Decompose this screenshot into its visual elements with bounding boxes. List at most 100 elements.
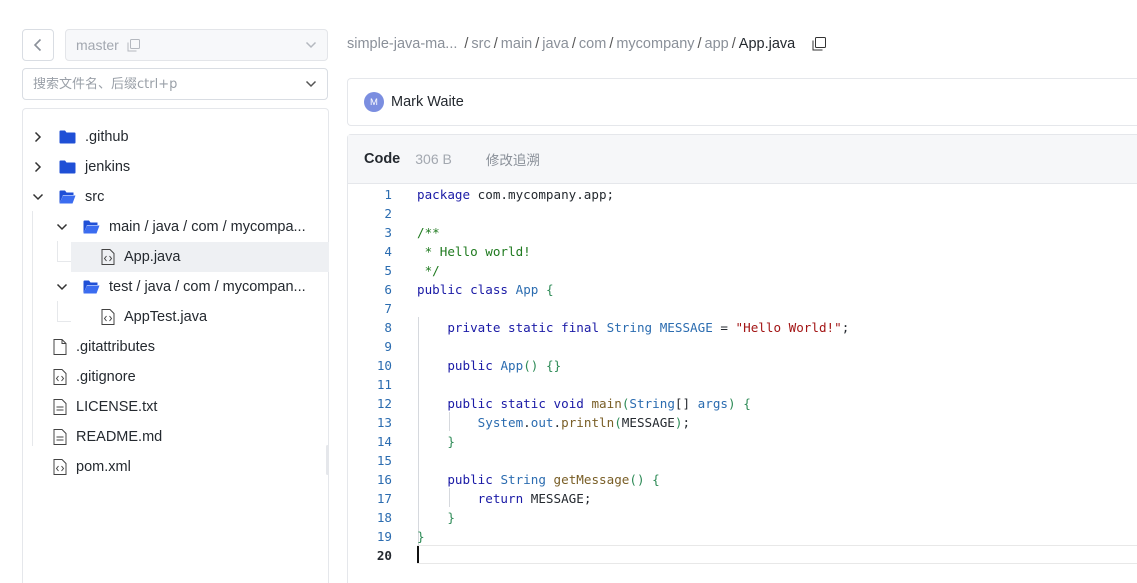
breadcrumb-repo[interactable]: simple-java-ma... (347, 36, 457, 52)
line-number[interactable]: 11 (348, 375, 392, 394)
tree-item-label: test / java / com / mycompan... (109, 279, 306, 295)
copy-branch-icon[interactable] (127, 38, 140, 52)
breadcrumb: simple-java-ma... / src / main / java / … (347, 36, 827, 52)
breadcrumb-separator: / (571, 36, 576, 52)
tree-item-app-java[interactable]: App.java (71, 242, 329, 272)
tab-code[interactable]: Code (364, 151, 400, 167)
line-number[interactable]: 4 (348, 242, 392, 261)
chevron-right-icon[interactable] (31, 131, 45, 143)
code-line: 7 (348, 299, 1137, 318)
chevron-down-icon[interactable] (31, 193, 45, 201)
code-line-text: public App() {} (447, 358, 562, 373)
chevron-down-icon[interactable] (55, 283, 69, 291)
line-number[interactable]: 2 (348, 204, 392, 223)
tree-item-label: AppTest.java (124, 309, 208, 325)
chevron-down-icon (305, 41, 317, 49)
code-line-text: public class App { (417, 282, 554, 297)
copy-path-icon[interactable] (812, 37, 827, 51)
line-number[interactable]: 1 (348, 185, 392, 204)
panel-resize-handle[interactable] (326, 445, 329, 475)
line-number[interactable]: 12 (348, 394, 392, 413)
chevron-right-icon[interactable] (31, 161, 45, 173)
tree-item-gitignore[interactable]: .gitignore (53, 362, 136, 392)
line-number[interactable]: 17 (348, 489, 392, 508)
code-line-text: */ (417, 263, 440, 278)
line-number[interactable]: 19 (348, 527, 392, 546)
line-number[interactable]: 6 (348, 280, 392, 299)
code-file-icon (101, 249, 115, 265)
file-search[interactable] (22, 68, 328, 100)
code-line: 11 (348, 375, 1137, 394)
code-line: 20 (348, 546, 1137, 565)
file-size: 306 B (415, 151, 452, 167)
line-number[interactable]: 8 (348, 318, 392, 337)
folder-icon (59, 130, 76, 144)
code-line: 4 * Hello world! (348, 242, 1137, 261)
tree-guide (57, 261, 71, 262)
line-number[interactable]: 7 (348, 299, 392, 318)
code-file-icon (53, 369, 67, 385)
breadcrumb-item[interactable]: java (542, 36, 569, 52)
code-line-text: public String getMessage() { (447, 472, 660, 487)
breadcrumb-item[interactable]: app (705, 36, 729, 52)
tree-item-readme[interactable]: README.md (53, 422, 162, 452)
text-file-icon (53, 429, 67, 445)
code-line: 8 private static final String MESSAGE = … (348, 318, 1137, 337)
breadcrumb-separator: / (731, 36, 736, 52)
author-name[interactable]: Mark Waite (391, 94, 464, 110)
code-line: 15 (348, 451, 1137, 470)
avatar[interactable]: M (364, 92, 384, 112)
folder-open-icon (59, 190, 76, 204)
tree-item-label: src (85, 189, 105, 205)
breadcrumb-item[interactable]: com (579, 36, 606, 52)
line-number[interactable]: 14 (348, 432, 392, 451)
line-number[interactable]: 10 (348, 356, 392, 375)
code-line: 10 public App() {} (348, 356, 1137, 375)
folder-icon (59, 160, 76, 174)
tree-item-src[interactable]: src (31, 182, 104, 212)
breadcrumb-item[interactable]: mycompany (616, 36, 694, 52)
tree-item-apptest-java[interactable]: AppTest.java (101, 302, 207, 332)
line-number[interactable]: 9 (348, 337, 392, 356)
tree-item-test-folder[interactable]: test / java / com / mycompan... (55, 272, 306, 302)
code-line: 17 return MESSAGE; (348, 489, 1137, 508)
chevron-down-icon[interactable] (55, 223, 69, 231)
back-button[interactable] (22, 29, 54, 61)
tree-item-gitattributes[interactable]: .gitattributes (53, 332, 155, 362)
file-search-input[interactable] (33, 76, 283, 92)
tree-item-label: jenkins (85, 159, 131, 175)
line-number[interactable]: 13 (348, 413, 392, 432)
line-number[interactable]: 18 (348, 508, 392, 527)
line-number[interactable]: 15 (348, 451, 392, 470)
tree-item-label: README.md (76, 429, 163, 445)
code-line-text: /** (417, 225, 440, 240)
line-number[interactable]: 20 (348, 546, 392, 565)
breadcrumb-separator: / (493, 36, 498, 52)
tree-item-jenkins[interactable]: jenkins (31, 152, 130, 182)
code-line: 13 System.out.println(MESSAGE); (348, 413, 1137, 432)
breadcrumb-item[interactable]: main (501, 36, 532, 52)
line-number[interactable]: 5 (348, 261, 392, 280)
branch-select[interactable]: master (65, 29, 328, 61)
code-line: 16 public String getMessage() { (348, 470, 1137, 489)
tree-item-label: main / java / com / mycompa... (109, 219, 306, 235)
tree-item-label: LICENSE.txt (76, 399, 158, 415)
code-line: 12 public static void main(String[] args… (348, 394, 1137, 413)
line-number[interactable]: 3 (348, 223, 392, 242)
code-line: 3 /** (348, 223, 1137, 242)
code-line-text: System.out.println(MESSAGE); (477, 415, 691, 430)
chevron-down-icon[interactable] (305, 80, 317, 88)
tree-item-pom[interactable]: pom.xml (53, 452, 131, 482)
breadcrumb-item[interactable]: src (471, 36, 490, 52)
blame-link[interactable]: 修改追溯 (486, 149, 540, 169)
code-line: 6 public class App { (348, 280, 1137, 299)
code-line: 14 } (348, 432, 1137, 451)
tree-item-license[interactable]: LICENSE.txt (53, 392, 157, 422)
code-line: 2 (348, 204, 1137, 223)
code-line-text: } (417, 529, 425, 544)
tree-item-github[interactable]: .github (31, 122, 129, 152)
chevron-left-icon (33, 38, 42, 52)
line-number[interactable]: 16 (348, 470, 392, 489)
tree-item-main-folder[interactable]: main / java / com / mycompa... (55, 212, 306, 242)
breadcrumb-current: App.java (738, 36, 796, 52)
